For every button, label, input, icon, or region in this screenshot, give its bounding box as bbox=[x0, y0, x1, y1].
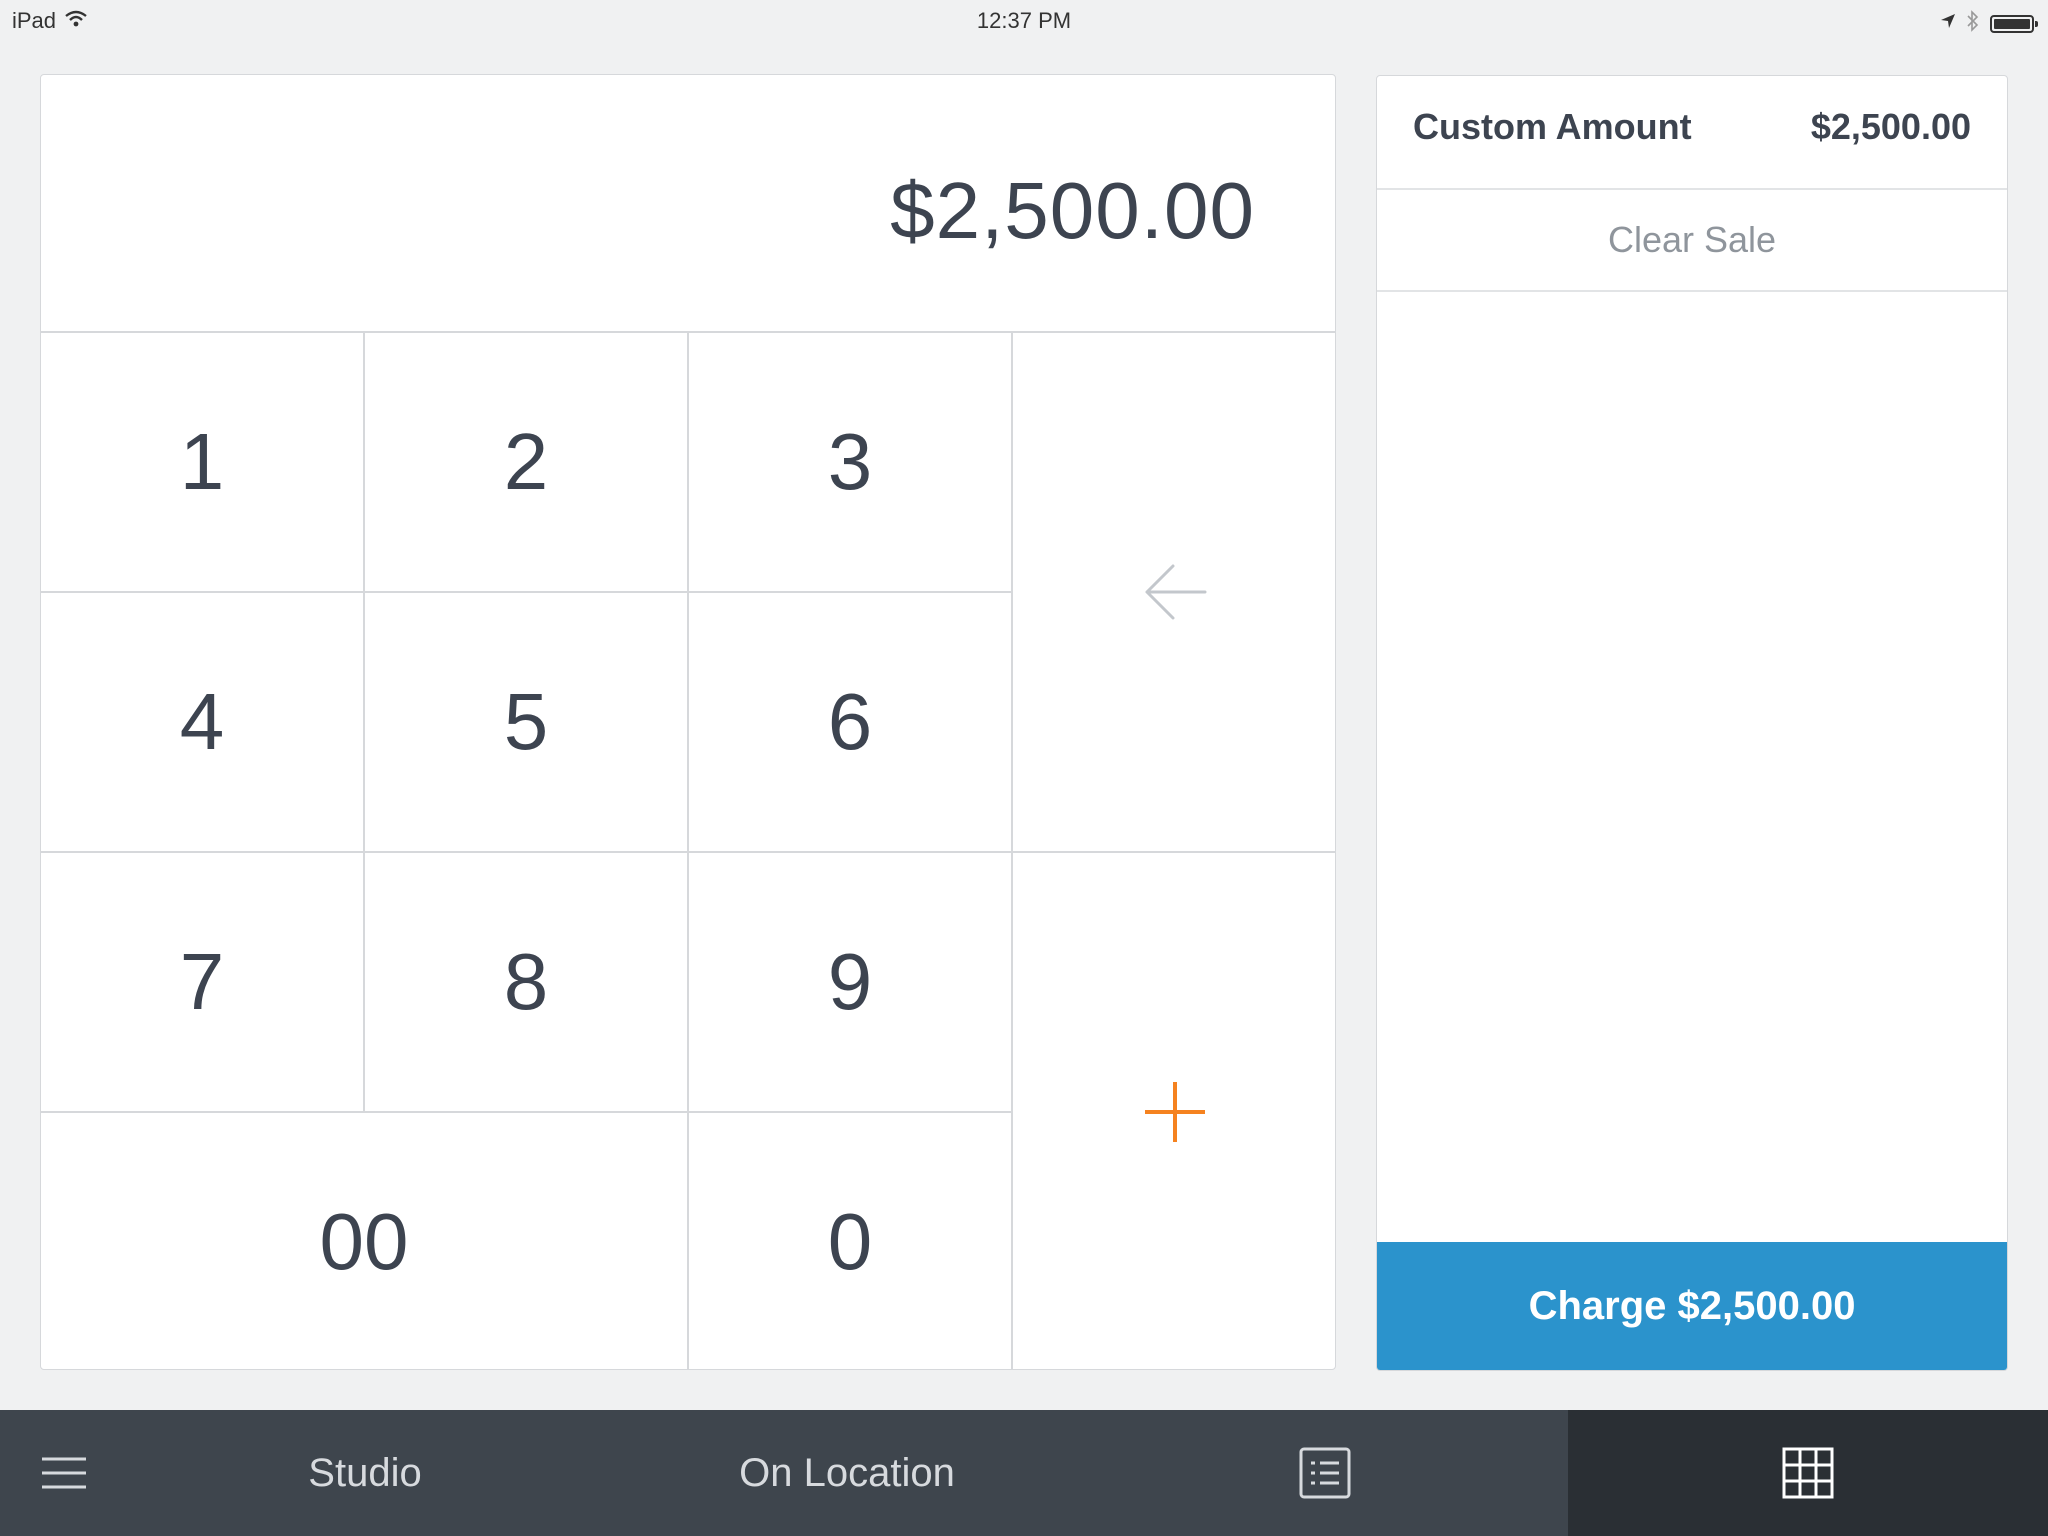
status-right bbox=[1940, 10, 2038, 37]
backspace-button[interactable] bbox=[1013, 333, 1335, 853]
charge-button[interactable]: Charge $2,500.00 bbox=[1377, 1242, 2007, 1370]
key-4[interactable]: 4 bbox=[41, 593, 365, 853]
cart-line-item[interactable]: Custom Amount $2,500.00 bbox=[1377, 76, 2007, 190]
key-0[interactable]: 0 bbox=[689, 1113, 1013, 1369]
key-3[interactable]: 3 bbox=[689, 333, 1013, 593]
key-8[interactable]: 8 bbox=[365, 853, 689, 1113]
status-bar: iPad 12:37 PM bbox=[0, 0, 2048, 40]
key-6[interactable]: 6 bbox=[689, 593, 1013, 853]
key-7[interactable]: 7 bbox=[41, 853, 365, 1113]
battery-icon bbox=[1990, 14, 2038, 33]
amount-value: $2,500.00 bbox=[890, 166, 1255, 255]
library-button[interactable] bbox=[1240, 1410, 1410, 1536]
tab-on-location[interactable]: On Location bbox=[690, 1410, 1004, 1536]
key-1[interactable]: 1 bbox=[41, 333, 365, 593]
list-icon bbox=[1299, 1447, 1351, 1499]
grid-icon bbox=[1782, 1447, 1834, 1499]
bottom-nav-bar: Studio On Location bbox=[0, 1410, 2048, 1536]
cart-item-name: Custom Amount bbox=[1413, 106, 1692, 147]
tab-studio[interactable]: Studio bbox=[240, 1410, 490, 1536]
plus-icon bbox=[1145, 1082, 1205, 1142]
hamburger-menu-icon bbox=[42, 1457, 86, 1489]
menu-button[interactable] bbox=[0, 1410, 128, 1536]
status-time: 12:37 PM bbox=[976, 8, 1072, 33]
key-2[interactable]: 2 bbox=[365, 333, 689, 593]
left-arrow-icon bbox=[1145, 564, 1207, 620]
key-00[interactable]: 00 bbox=[41, 1113, 689, 1369]
location-arrow-icon bbox=[1940, 13, 1956, 34]
key-5[interactable]: 5 bbox=[365, 593, 689, 853]
amount-display: $2,500.00 bbox=[41, 75, 1335, 333]
keypad-panel: $2,500.00 1 2 3 4 5 6 7 8 9 00 0 bbox=[40, 74, 1336, 1370]
cart-item-price: $2,500.00 bbox=[1810, 106, 1971, 147]
bluetooth-icon bbox=[1966, 10, 1980, 37]
cart-panel: Custom Amount $2,500.00 Clear Sale Charg… bbox=[1376, 75, 2008, 1371]
clear-sale-button[interactable]: Clear Sale bbox=[1377, 190, 2007, 292]
key-9[interactable]: 9 bbox=[689, 853, 1013, 1113]
keypad-tab-button[interactable] bbox=[1568, 1410, 2048, 1536]
add-item-button[interactable] bbox=[1013, 853, 1335, 1369]
